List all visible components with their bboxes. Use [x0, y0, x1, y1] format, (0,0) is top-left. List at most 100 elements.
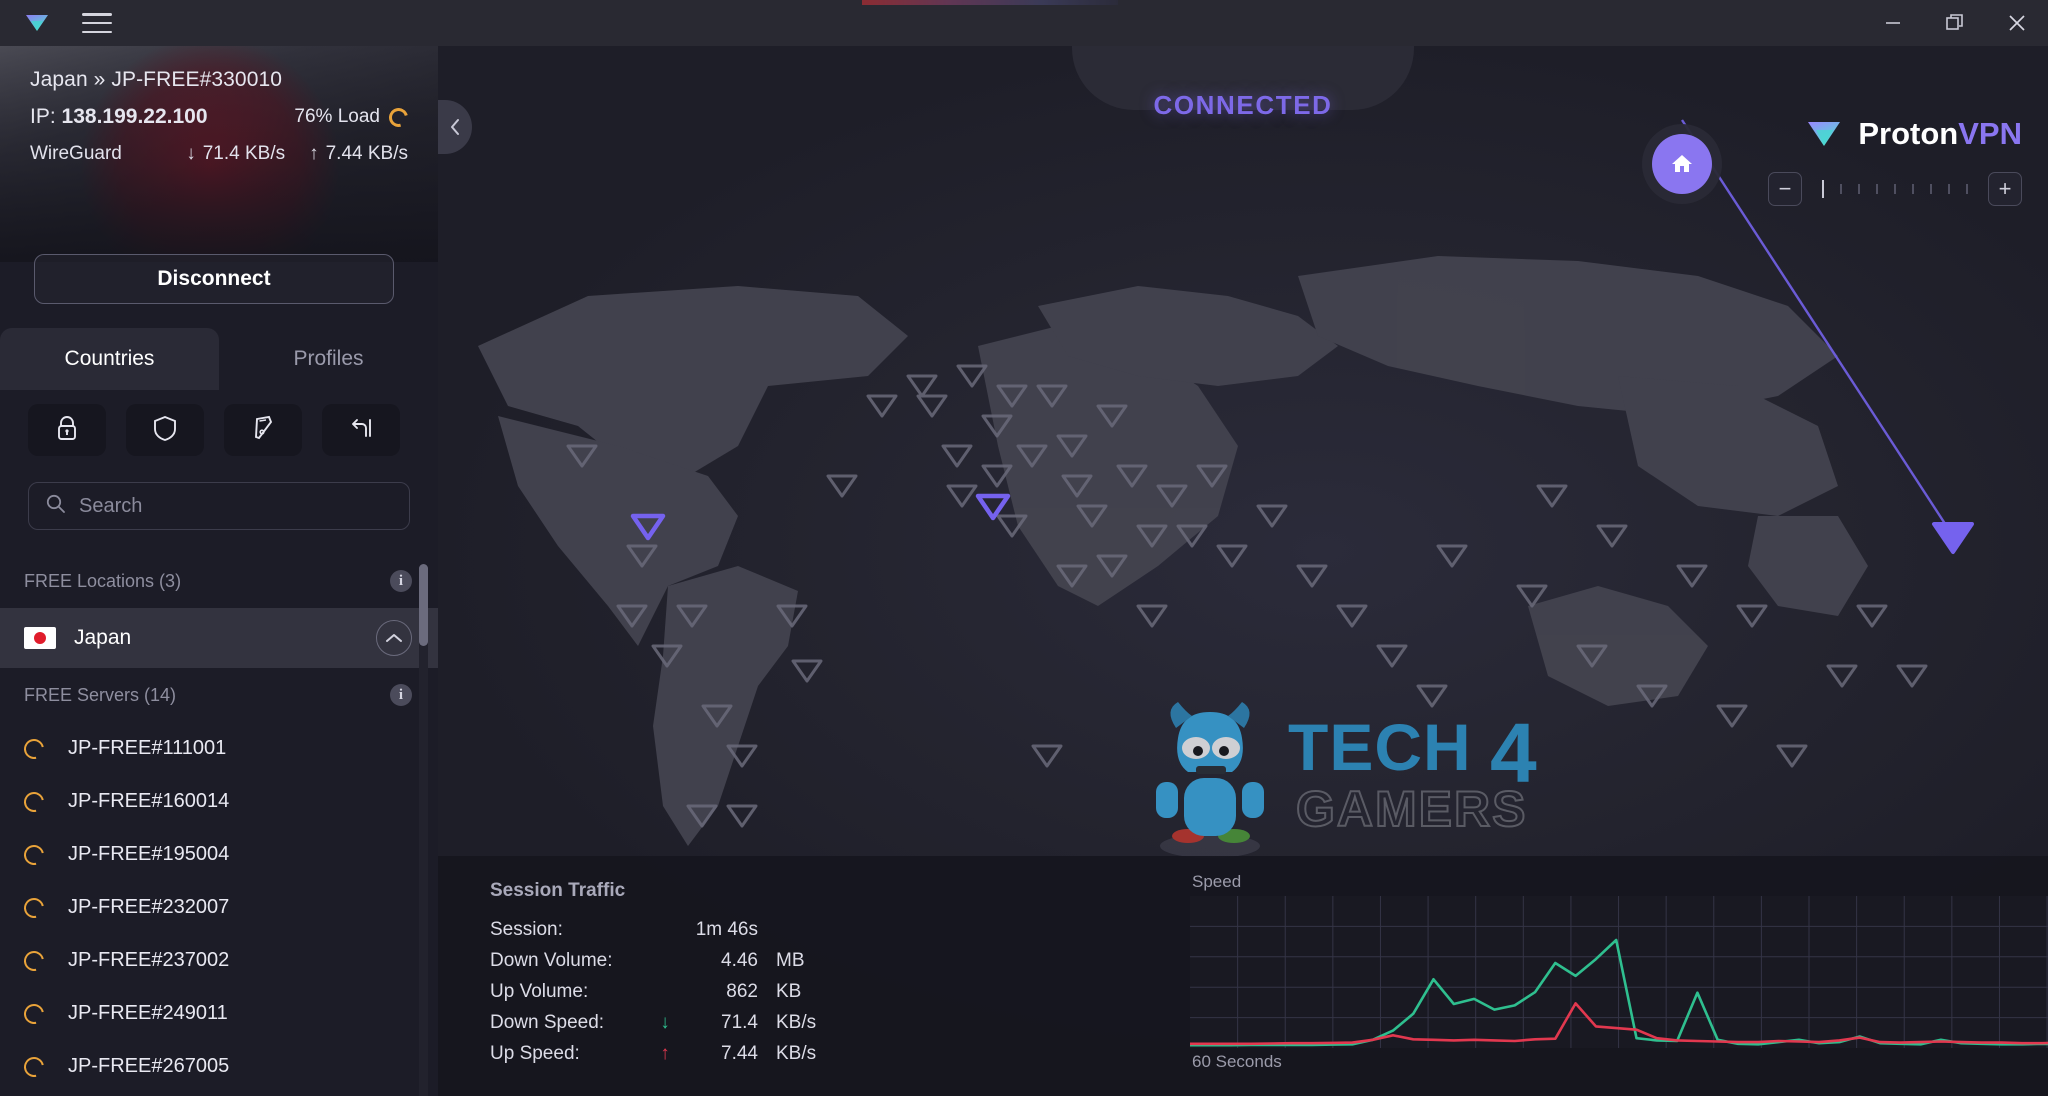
info-icon[interactable]: i — [390, 570, 412, 592]
load-ring-icon — [385, 104, 412, 130]
flag-disc — [34, 632, 46, 644]
info-icon[interactable]: i — [390, 684, 412, 706]
connection-status-card: Japan » JP-FREE#330010 IP: 138.199.22.10… — [0, 46, 438, 262]
row-key: Down Speed: — [490, 1011, 605, 1033]
server-row[interactable]: JP-FREE#195004 — [0, 828, 438, 881]
row-value: 4.46 — [721, 949, 758, 971]
row-unit: KB/s — [776, 1042, 817, 1064]
session-traffic-row: Down Speed: ↓ 71.4 KB/s — [490, 1007, 826, 1038]
close-button[interactable] — [1986, 0, 2048, 46]
connected-server-marker — [1932, 522, 1974, 554]
download-speed-value: 71.4 KB/s — [202, 143, 286, 164]
zoom-tick-current — [1822, 180, 1824, 198]
row-value: 71.4 — [721, 1011, 758, 1033]
burger-line — [82, 13, 112, 16]
row-value: 7.44 — [721, 1042, 758, 1064]
country-name: Japan — [74, 626, 132, 649]
netshield-button[interactable] — [126, 404, 204, 456]
tech4gamers-watermark: TECH 4 GAMERS — [1156, 702, 1537, 858]
secure-core-button[interactable] — [28, 404, 106, 456]
search-placeholder: Search — [79, 494, 143, 517]
server-name: JP-FREE#195004 — [68, 843, 230, 865]
speed-chart: Speed 528 KB/s 60 Seconds 0 — [1190, 872, 2048, 1080]
disconnect-button[interactable]: Disconnect — [34, 254, 394, 304]
server-row[interactable]: JP-FREE#111001 — [0, 722, 438, 775]
scrollbar-thumb[interactable] — [419, 564, 428, 646]
app-logo-icon — [20, 6, 54, 40]
lock-icon — [54, 414, 80, 447]
svg-text:GAMERS: GAMERS — [1296, 781, 1527, 837]
sidebar-scrollbar[interactable] — [419, 564, 428, 1096]
zoom-tick — [1876, 184, 1878, 194]
session-traffic-row: Up Speed: ↑ 7.44 KB/s — [490, 1038, 826, 1069]
map-zoom-control[interactable]: − + — [1768, 172, 2022, 206]
server-row[interactable]: JP-FREE#232007 — [0, 881, 438, 934]
row-unit: MB — [776, 949, 805, 971]
server-rows: JP-FREE#111001 JP-FREE#160014 JP-FREE#1950… — [0, 722, 438, 1096]
zoom-tick — [1948, 184, 1950, 194]
session-traffic-row: Up Volume: 862 KB — [490, 976, 826, 1007]
download-arrow-icon: ↓ — [186, 143, 196, 164]
zoom-tick — [1966, 184, 1968, 194]
p2p-button[interactable] — [322, 404, 400, 456]
zoom-slider-track[interactable] — [1814, 180, 1976, 198]
zoom-tick — [1930, 184, 1932, 194]
burger-line — [82, 21, 112, 25]
server-load-ring-icon — [20, 1052, 48, 1081]
session-traffic-rows: Session: 1m 46s Down Volume: 4.46 MB Up Volum… — [490, 914, 826, 1069]
title-bar — [0, 0, 2048, 46]
collapse-country-button[interactable] — [376, 620, 412, 656]
server-row[interactable]: JP-FREE#237002 — [0, 934, 438, 987]
row-key: Session: — [490, 918, 563, 940]
session-traffic-panel: Session Traffic Session: 1m 46s Down Volum… — [438, 856, 2048, 1096]
country-row-japan[interactable]: Japan — [0, 608, 438, 668]
tab-profiles[interactable]: Profiles — [219, 328, 438, 390]
server-load-ring-icon — [20, 893, 48, 922]
free-servers-label: FREE Servers (14) — [24, 684, 177, 705]
brand-text: ProtonVPN — [1858, 116, 2022, 152]
chevron-left-icon — [451, 119, 459, 135]
sidebar: Japan » JP-FREE#330010 IP: 138.199.22.10… — [0, 46, 438, 1096]
server-name: JP-FREE#111001 — [68, 737, 227, 759]
country-server-list[interactable]: FREE Locations (3) i Japan FREE Servers … — [0, 554, 438, 1096]
server-name: JP-FREE#160014 — [68, 790, 230, 812]
zoom-tick — [1858, 184, 1860, 194]
zoom-in-button[interactable]: + — [1988, 172, 2022, 206]
row-unit: KB — [776, 980, 802, 1002]
home-node-marker[interactable] — [1652, 134, 1712, 194]
protonvpn-brand: ProtonVPN — [1804, 114, 2022, 154]
ip-label: IP: — [30, 105, 56, 128]
zoom-tick — [1912, 184, 1914, 194]
session-traffic-row: Down Volume: 4.46 MB — [490, 945, 826, 976]
tor-button[interactable] — [224, 404, 302, 456]
download-speed-inline: ↓ 71.4 KB/s — [186, 143, 285, 165]
japan-flag-icon — [24, 627, 56, 649]
tab-countries[interactable]: Countries — [0, 328, 219, 390]
upload-speed-inline: ↑ 7.44 KB/s — [309, 143, 408, 165]
brand-proton: Proton — [1858, 116, 1959, 151]
zoom-out-button[interactable]: − — [1768, 172, 1802, 206]
tor-icon — [250, 414, 276, 447]
search-input[interactable]: Search — [28, 482, 410, 530]
row-unit: KB/s — [776, 1011, 817, 1033]
server-load-ring-icon — [20, 946, 48, 975]
server-load-ring-icon — [20, 840, 48, 869]
server-row[interactable]: JP-FREE#267005 — [0, 1040, 438, 1093]
free-locations-header: FREE Locations (3) i — [0, 554, 438, 608]
row-key: Down Volume: — [490, 949, 613, 971]
menu-button[interactable] — [80, 9, 114, 37]
row-key: Up Volume: — [490, 980, 589, 1002]
server-name: JP-FREE#267005 — [68, 1055, 230, 1077]
svg-text:TECH: TECH — [1288, 710, 1472, 784]
protonvpn-window: Japan » JP-FREE#330010 IP: 138.199.22.10… — [0, 0, 2048, 1096]
chart-x-left-label: 60 Seconds — [1192, 1052, 1282, 1071]
maximize-restore-button[interactable] — [1924, 0, 1986, 46]
search-icon — [45, 493, 66, 519]
titlebar-accent-stripe — [862, 0, 1118, 5]
server-row[interactable]: JP-FREE#160014 — [0, 775, 438, 828]
server-name: JP-FREE#232007 — [68, 896, 230, 918]
speed-chart-plot — [1190, 896, 2048, 1048]
server-name: JP-FREE#249011 — [68, 1002, 228, 1024]
server-row[interactable]: JP-FREE#249011 — [0, 987, 438, 1040]
minimize-button[interactable] — [1862, 0, 1924, 46]
